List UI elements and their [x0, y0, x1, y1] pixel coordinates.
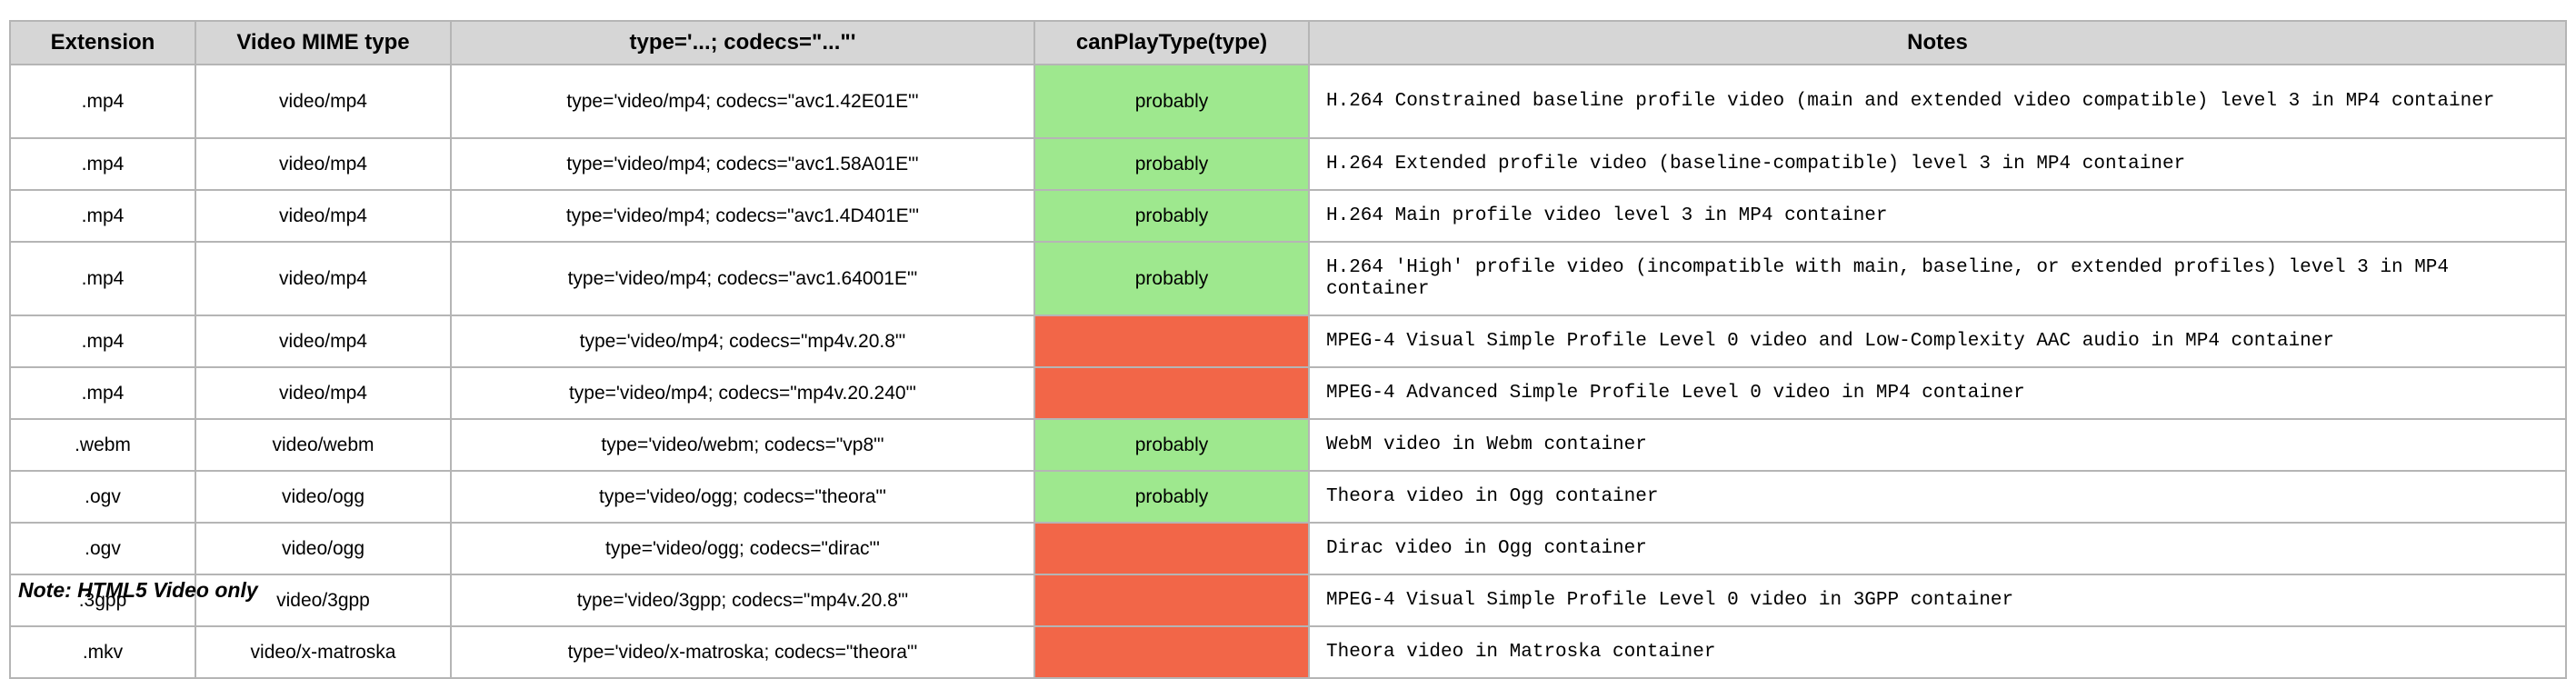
cell-notes: Theora video in Matroska container	[1308, 625, 2567, 679]
cell-mime-type: video/mp4	[195, 315, 452, 368]
cell-extension: .ogv	[9, 470, 196, 524]
table-body: .mp4 video/mp4 type='video/mp4; codecs="…	[9, 64, 2567, 679]
cell-mime-type: video/webm	[195, 418, 452, 472]
cell-canplaytype-result: probably	[1033, 470, 1310, 524]
header-extension: Extension	[9, 20, 196, 65]
cell-extension: .mp4	[9, 366, 196, 420]
cell-type-codecs: type='video/mp4; codecs="mp4v.20.8"'	[450, 315, 1035, 368]
cell-type-codecs: type='video/x-matroska; codecs="theora"'	[450, 625, 1035, 679]
cell-extension: .ogv	[9, 522, 196, 575]
cell-mime-type: video/ogg	[195, 522, 452, 575]
cell-canplaytype-result	[1033, 315, 1310, 368]
cell-mime-type: video/mp4	[195, 366, 452, 420]
cell-canplaytype-result: probably	[1033, 189, 1310, 243]
cell-type-codecs: type='video/mp4; codecs="avc1.4D401E"'	[450, 189, 1035, 243]
cell-canplaytype-result: probably	[1033, 64, 1310, 139]
cell-canplaytype-result: probably	[1033, 137, 1310, 191]
cell-type-codecs: type='video/mp4; codecs="avc1.42E01E"'	[450, 64, 1035, 139]
cell-mime-type: video/mp4	[195, 189, 452, 243]
cell-extension: .mp4	[9, 64, 196, 139]
cell-notes: Theora video in Ogg container	[1308, 470, 2567, 524]
table-row: .3gpp video/3gpp type='video/3gpp; codec…	[9, 574, 2567, 627]
table-row: .mp4 video/mp4 type='video/mp4; codecs="…	[9, 315, 2567, 368]
table-row: .mp4 video/mp4 type='video/mp4; codecs="…	[9, 241, 2567, 316]
cell-notes: H.264 Extended profile video (baseline-c…	[1308, 137, 2567, 191]
cell-notes: MPEG-4 Advanced Simple Profile Level 0 v…	[1308, 366, 2567, 420]
table-row: .ogv video/ogg type='video/ogg; codecs="…	[9, 522, 2567, 575]
header-canplaytype: canPlayType(type)	[1033, 20, 1310, 65]
table-header-row: Extension Video MIME type type='...; cod…	[9, 20, 2567, 65]
table-row: .mp4 video/mp4 type='video/mp4; codecs="…	[9, 64, 2567, 139]
cell-notes: H.264 'High' profile video (incompatible…	[1308, 241, 2567, 316]
cell-type-codecs: type='video/mp4; codecs="mp4v.20.240"'	[450, 366, 1035, 420]
cell-canplaytype-result	[1033, 366, 1310, 420]
footnote: Note: HTML5 Video only	[18, 578, 258, 602]
table-row: .mp4 video/mp4 type='video/mp4; codecs="…	[9, 137, 2567, 191]
cell-extension: .mp4	[9, 241, 196, 316]
header-notes: Notes	[1308, 20, 2567, 65]
cell-extension: .mp4	[9, 315, 196, 368]
cell-extension: .mp4	[9, 189, 196, 243]
table-row: .mp4 video/mp4 type='video/mp4; codecs="…	[9, 366, 2567, 420]
cell-canplaytype-result: probably	[1033, 418, 1310, 472]
cell-mime-type: video/mp4	[195, 64, 452, 139]
cell-notes: H.264 Constrained baseline profile video…	[1308, 64, 2567, 139]
cell-notes: H.264 Main profile video level 3 in MP4 …	[1308, 189, 2567, 243]
cell-type-codecs: type='video/mp4; codecs="avc1.58A01E"'	[450, 137, 1035, 191]
header-mime-type: Video MIME type	[195, 20, 452, 65]
cell-canplaytype-result	[1033, 522, 1310, 575]
results-table-container: Extension Video MIME type type='...; cod…	[9, 20, 2567, 679]
cell-mime-type: video/mp4	[195, 137, 452, 191]
cell-canplaytype-result: probably	[1033, 241, 1310, 316]
cell-type-codecs: type='video/3gpp; codecs="mp4v.20.8"'	[450, 574, 1035, 627]
table-row: .ogv video/ogg type='video/ogg; codecs="…	[9, 470, 2567, 524]
cell-type-codecs: type='video/mp4; codecs="avc1.64001E"'	[450, 241, 1035, 316]
cell-notes: Dirac video in Ogg container	[1308, 522, 2567, 575]
cell-type-codecs: type='video/webm; codecs="vp8"'	[450, 418, 1035, 472]
cell-canplaytype-result	[1033, 574, 1310, 627]
table-row: .mp4 video/mp4 type='video/mp4; codecs="…	[9, 189, 2567, 243]
table-row: .mkv video/x-matroska type='video/x-matr…	[9, 625, 2567, 679]
cell-extension: .mp4	[9, 137, 196, 191]
cell-extension: .webm	[9, 418, 196, 472]
cell-type-codecs: type='video/ogg; codecs="theora"'	[450, 470, 1035, 524]
header-type-codecs: type='...; codecs="..."'	[450, 20, 1035, 65]
cell-mime-type: video/mp4	[195, 241, 452, 316]
cell-mime-type: video/ogg	[195, 470, 452, 524]
cell-notes: MPEG-4 Visual Simple Profile Level 0 vid…	[1308, 574, 2567, 627]
video-support-table: Extension Video MIME type type='...; cod…	[9, 20, 2567, 679]
table-row: .webm video/webm type='video/webm; codec…	[9, 418, 2567, 472]
cell-extension: .mkv	[9, 625, 196, 679]
cell-mime-type: video/x-matroska	[195, 625, 452, 679]
cell-notes: MPEG-4 Visual Simple Profile Level 0 vid…	[1308, 315, 2567, 368]
cell-notes: WebM video in Webm container	[1308, 418, 2567, 472]
cell-canplaytype-result	[1033, 625, 1310, 679]
cell-type-codecs: type='video/ogg; codecs="dirac"'	[450, 522, 1035, 575]
